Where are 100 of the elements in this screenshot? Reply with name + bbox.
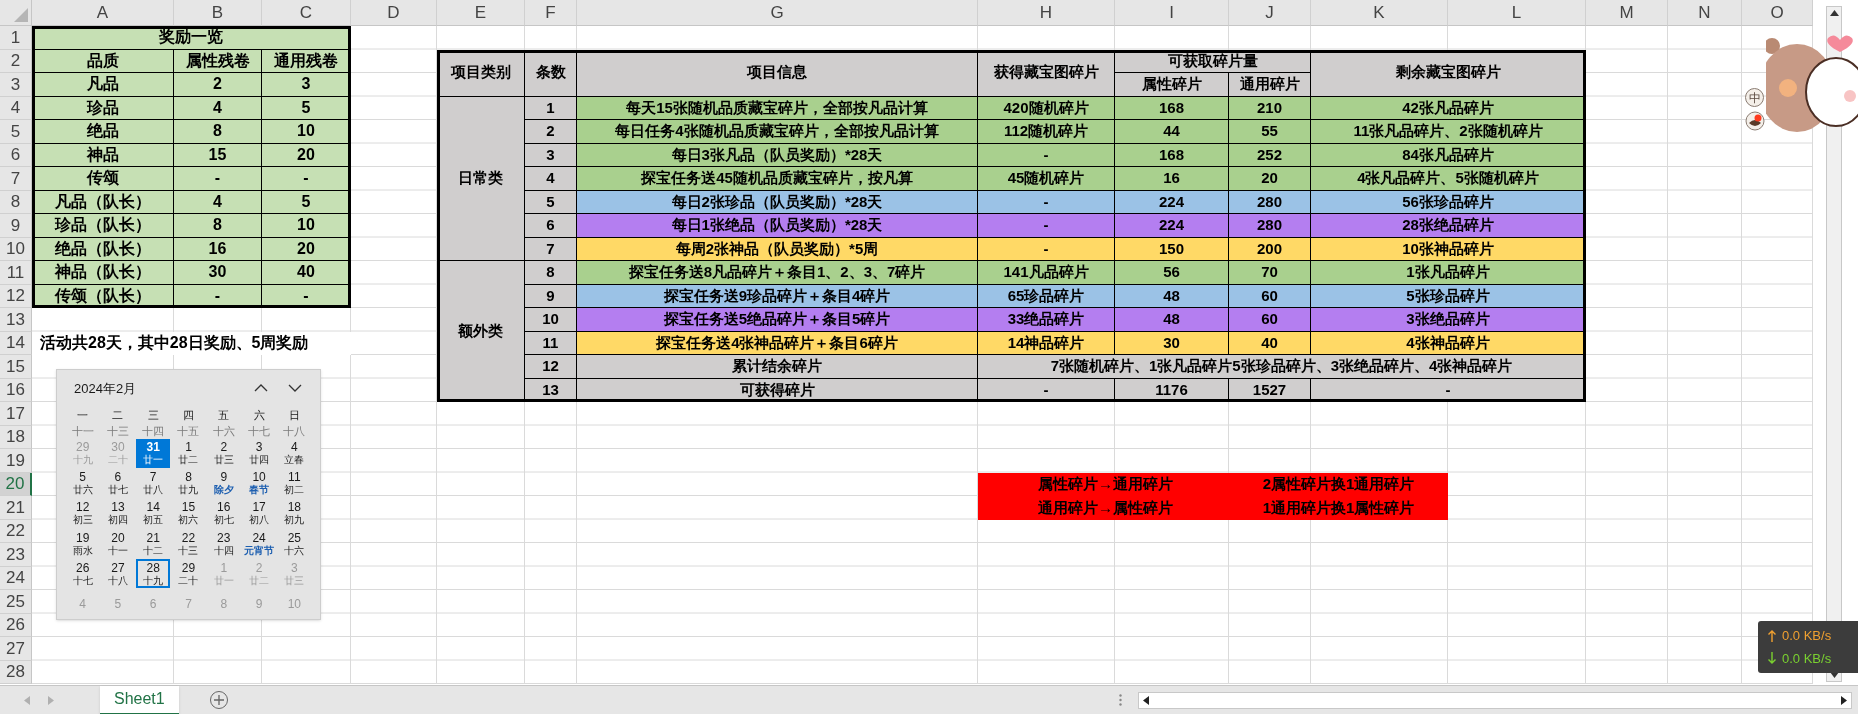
ime-indicator[interactable]: 中 <box>1745 88 1764 107</box>
row-header[interactable]: 12 <box>0 284 32 308</box>
row-header[interactable]: 1 <box>0 26 32 50</box>
calendar-day[interactable]: 5 廿六 <box>65 468 100 498</box>
table-cell: 5 <box>525 190 577 214</box>
row-header[interactable]: 13 <box>0 308 32 332</box>
calendar-day[interactable]: 11 初二 <box>277 468 312 498</box>
calendar-title: 2024年2月 <box>74 379 137 398</box>
calendar-day[interactable]: 14 初五 <box>136 498 171 528</box>
row-header[interactable]: 28 <box>0 660 32 684</box>
row-header[interactable]: 24 <box>0 566 32 590</box>
column-header[interactable]: M <box>1586 0 1668 26</box>
row-header[interactable]: 18 <box>0 425 32 449</box>
calendar-day[interactable]: 25 十六 <box>277 529 312 559</box>
row-header[interactable]: 14 <box>0 331 32 355</box>
row-header[interactable]: 25 <box>0 590 32 614</box>
row-header[interactable]: 8 <box>0 190 32 214</box>
calendar-day[interactable]: 4 立春 <box>277 438 312 468</box>
column-header[interactable]: A <box>32 0 174 26</box>
column-header[interactable]: D <box>351 0 437 26</box>
calendar-day[interactable]: 13 初四 <box>100 498 135 528</box>
row-header[interactable]: 17 <box>0 402 32 426</box>
table-cell: 7张随机碎片、1张凡品碎片5张珍品碎片、3张绝品碎片、4张神品碎片 <box>978 355 1586 379</box>
calendar-day[interactable]: 23 十四 <box>206 529 241 559</box>
download-arrow-icon <box>1768 652 1776 665</box>
calendar-day[interactable]: 2 廿三 <box>206 438 241 468</box>
calendar-day[interactable]: 18 初九 <box>277 498 312 528</box>
add-sheet-icon[interactable] <box>208 690 229 710</box>
row-header[interactable]: 11 <box>0 261 32 285</box>
calendar-day[interactable]: 29 二十 <box>171 559 206 589</box>
calendar-day[interactable]: 21 十二 <box>136 529 171 559</box>
column-header[interactable]: O <box>1742 0 1813 26</box>
calendar-day[interactable]: 10 春节 <box>242 468 277 498</box>
column-header[interactable]: C <box>262 0 351 26</box>
column-header[interactable]: E <box>437 0 525 26</box>
row-header[interactable]: 10 <box>0 237 32 261</box>
scroll-left-icon[interactable] <box>1143 695 1149 705</box>
calendar-day[interactable]: 20 十一 <box>100 529 135 559</box>
table-cell: - <box>978 237 1115 261</box>
row-header[interactable]: 5 <box>0 120 32 144</box>
row-header[interactable]: 4 <box>0 96 32 120</box>
conversion-text: 属性碎片→通用碎片 <box>1037 474 1173 494</box>
calendar-day[interactable]: 19 雨水 <box>65 529 100 559</box>
status-icon[interactable] <box>1745 111 1765 131</box>
table-cell: 252 <box>1229 143 1311 167</box>
table-cell: 2 <box>174 73 262 97</box>
calendar-day[interactable]: 16 初七 <box>206 498 241 528</box>
row-header[interactable]: 2 <box>0 49 32 73</box>
table-cell: 33绝品碎片 <box>978 308 1115 332</box>
row-header[interactable]: 15 <box>0 355 32 379</box>
conversion-text: 2属性碎片换1通用碎片 <box>1261 474 1415 494</box>
table-cell: 3 <box>525 143 577 167</box>
calendar-day[interactable]: 24 元宵节 <box>242 529 277 559</box>
calendar-day[interactable]: 1 廿二 <box>171 438 206 468</box>
lunar-date: 十六 <box>212 425 235 437</box>
row-header[interactable]: 9 <box>0 214 32 238</box>
column-header[interactable]: N <box>1668 0 1742 26</box>
row-header[interactable]: 23 <box>0 543 32 567</box>
scroll-up-icon[interactable] <box>1829 10 1839 16</box>
splitter-handle-icon[interactable] <box>1119 694 1122 706</box>
calendar-day[interactable]: 9 除夕 <box>206 468 241 498</box>
calendar-day[interactable]: 12 初三 <box>65 498 100 528</box>
calendar-day[interactable]: 28 十九 <box>136 559 171 589</box>
row-header[interactable]: 21 <box>0 496 32 520</box>
row-header[interactable]: 19 <box>0 449 32 473</box>
table-cell: 5张珍品碎片 <box>1311 284 1586 308</box>
column-header[interactable]: H <box>978 0 1115 26</box>
chevron-up-icon[interactable] <box>254 384 268 393</box>
column-header[interactable]: F <box>525 0 577 26</box>
chevron-down-icon[interactable] <box>288 384 302 393</box>
calendar-day[interactable]: 7 廿八 <box>136 468 171 498</box>
row-header[interactable]: 22 <box>0 519 32 543</box>
calendar-day[interactable]: 26 十七 <box>65 559 100 589</box>
row-header[interactable]: 20 <box>0 472 32 496</box>
table-cell: 60 <box>1229 284 1311 308</box>
column-header[interactable]: B <box>174 0 262 26</box>
calendar-day[interactable]: 15 初六 <box>171 498 206 528</box>
column-header[interactable]: K <box>1311 0 1448 26</box>
column-header[interactable]: J <box>1229 0 1311 26</box>
sheet-tab[interactable]: Sheet1 <box>100 685 179 714</box>
column-header[interactable]: L <box>1448 0 1586 26</box>
calendar-day[interactable]: 17 初八 <box>242 498 277 528</box>
calendar-day[interactable]: 31 廿一 <box>136 438 171 468</box>
row-header[interactable]: 6 <box>0 143 32 167</box>
calendar-day[interactable]: 8 廿九 <box>171 468 206 498</box>
row-header[interactable]: 27 <box>0 637 32 661</box>
horizontal-scrollbar[interactable] <box>1138 691 1852 709</box>
row-header[interactable]: 26 <box>0 613 32 637</box>
column-header[interactable]: I <box>1115 0 1229 26</box>
lunar-date: 十三 <box>106 425 129 437</box>
row-header[interactable]: 3 <box>0 73 32 97</box>
calendar-day[interactable]: 22 十三 <box>171 529 206 559</box>
calendar-day[interactable]: 6 廿七 <box>100 468 135 498</box>
row-header[interactable]: 16 <box>0 378 32 402</box>
calendar-day[interactable]: 3 廿四 <box>242 438 277 468</box>
scroll-right-icon[interactable] <box>1841 695 1847 705</box>
lunar-date: 十七 <box>248 425 271 437</box>
column-header[interactable]: G <box>577 0 978 26</box>
calendar-day[interactable]: 27 十八 <box>100 559 135 589</box>
row-header[interactable]: 7 <box>0 167 32 191</box>
